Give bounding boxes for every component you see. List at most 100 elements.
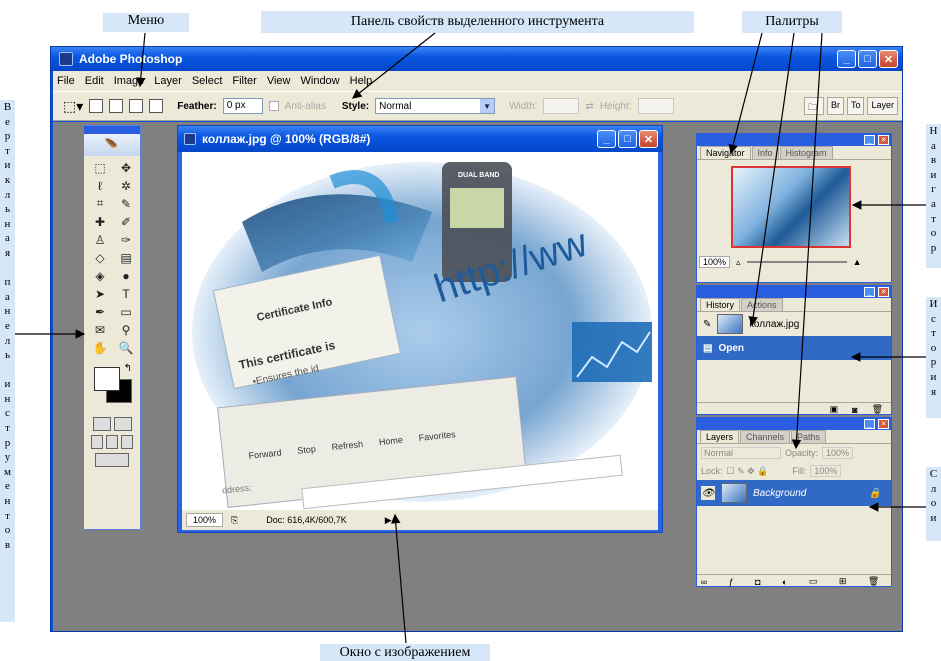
intersect-selection-icon[interactable] [149, 99, 164, 113]
marquee-preset-icon[interactable]: ⬚▾ [63, 98, 83, 115]
layer-style-icon[interactable]: ƒ [729, 577, 734, 587]
gradient-tool-icon[interactable]: ▤ [114, 249, 138, 266]
feather-input[interactable]: 0 px [222, 98, 263, 114]
link-layers-icon[interactable]: ∞ [701, 577, 707, 587]
tab-histogram[interactable]: Histogram [779, 146, 833, 159]
tab-history[interactable]: History [700, 298, 741, 311]
new-group-icon[interactable]: ▭ [809, 576, 818, 587]
eye-icon[interactable]: 👁 [701, 486, 715, 500]
layers-close-button[interactable]: ✕ [878, 419, 889, 429]
tab-channels[interactable]: Channels [740, 430, 791, 443]
blend-mode-select[interactable]: Normal [701, 447, 781, 459]
new-document-from-state-icon[interactable]: ▣ [830, 404, 839, 415]
menu-filter[interactable]: Filter [232, 75, 256, 87]
layer-row-background[interactable]: 👁 Background 🔒 [697, 480, 891, 506]
history-brush-tool-icon[interactable]: ✑ [114, 231, 138, 248]
zoom-in-icon[interactable]: ▲ [853, 257, 862, 267]
navigator-zoom-value[interactable]: 100% [699, 256, 731, 268]
minimize-button[interactable]: _ [837, 50, 856, 68]
palette-well-tab-layer-comps[interactable]: Layer [867, 97, 898, 115]
close-button[interactable]: ✕ [879, 50, 898, 68]
menu-select[interactable]: Select [192, 75, 223, 87]
style-select[interactable]: Normal ▼ [375, 98, 496, 114]
new-layer-icon[interactable]: ⊞ [839, 576, 847, 587]
new-selection-icon[interactable] [89, 99, 104, 113]
navigator-close-button[interactable]: ✕ [878, 135, 889, 145]
delete-layer-icon[interactable]: 🗑 [868, 576, 879, 587]
screen-mode-full-menu-button[interactable] [106, 435, 118, 449]
adjustment-layer-icon[interactable]: ◐ [782, 577, 787, 587]
lock-icons[interactable]: ☐ ✎ ✥ 🔒 [727, 466, 769, 477]
hand-tool-icon[interactable]: ✋ [88, 339, 112, 356]
clone-stamp-tool-icon[interactable]: ♙ [88, 231, 112, 248]
tab-info[interactable]: Info [751, 146, 779, 159]
notes-tool-icon[interactable]: ✉ [88, 321, 112, 338]
blur-tool-icon[interactable]: ◈ [88, 267, 112, 284]
navigator-minimize-button[interactable]: _ [864, 135, 875, 145]
doc-maximize-button[interactable]: □ [618, 130, 637, 148]
foreground-color-swatch[interactable] [94, 367, 120, 391]
opacity-value[interactable]: 100% [822, 447, 854, 459]
type-tool-icon[interactable]: T [114, 285, 138, 302]
status-menu-arrow-icon[interactable]: ▶ [385, 515, 392, 526]
navigator-palette-header[interactable]: _ ✕ [697, 134, 891, 146]
history-palette-header[interactable]: _ ✕ [697, 286, 891, 298]
menu-image[interactable]: Image [114, 75, 145, 87]
marquee-tool-icon[interactable]: ⬚ [88, 159, 112, 176]
layer-mask-icon[interactable]: ◘ [755, 577, 760, 587]
zoom-field[interactable]: 100% [186, 513, 224, 527]
delete-state-icon[interactable]: 🗑 [872, 404, 883, 415]
layers-minimize-button[interactable]: _ [864, 419, 875, 429]
history-state-row[interactable]: ▤ Open [697, 336, 891, 360]
toolbox-header[interactable] [84, 126, 140, 134]
antialias-checkbox[interactable] [268, 101, 279, 111]
doc-close-button[interactable]: ✕ [639, 130, 658, 148]
subtract-selection-icon[interactable] [129, 99, 144, 113]
doc-minimize-button[interactable]: _ [597, 130, 616, 148]
layers-palette-header[interactable]: _ ✕ [697, 418, 891, 430]
palette-well-tab-tool-presets[interactable]: To [846, 97, 865, 115]
magic-wand-tool-icon[interactable]: ✲ [114, 177, 138, 194]
slice-tool-icon[interactable]: ✎ [114, 195, 138, 212]
eraser-tool-icon[interactable]: ◇ [88, 249, 112, 266]
tab-navigator[interactable]: Navigator [700, 146, 751, 159]
tab-paths[interactable]: Paths [791, 430, 827, 443]
history-minimize-button[interactable]: _ [864, 287, 875, 297]
image-canvas[interactable]: http://ww DUAL BAND Certificate Info Thi… [182, 152, 658, 510]
maximize-button[interactable]: □ [858, 50, 877, 68]
menu-file[interactable]: File [57, 75, 75, 87]
quick-mask-button[interactable] [113, 417, 132, 431]
zoom-tool-icon[interactable]: 🔍 [114, 339, 138, 356]
move-tool-icon[interactable]: ✥ [114, 159, 138, 176]
new-snapshot-icon[interactable]: ◙ [852, 405, 857, 415]
lasso-tool-icon[interactable]: ℓ [88, 177, 112, 194]
screen-mode-full-button[interactable] [121, 435, 133, 449]
eyedropper-tool-icon[interactable]: ⚲ [114, 321, 138, 338]
palette-well-tab-brushes[interactable]: Br [826, 97, 844, 115]
zoom-out-icon[interactable]: ▵ [736, 257, 741, 268]
add-selection-icon[interactable] [109, 99, 124, 113]
history-snapshot-row[interactable]: ✎ коллаж.jpg [697, 312, 891, 336]
fill-value[interactable]: 100% [810, 465, 842, 477]
file-browser-icon[interactable]: 🗀 [803, 97, 824, 115]
screen-mode-standard-button[interactable] [91, 435, 103, 449]
zoom-slider[interactable] [746, 261, 847, 263]
healing-brush-tool-icon[interactable]: ✚ [88, 213, 112, 230]
menu-view[interactable]: View [267, 75, 291, 87]
standard-mode-button[interactable] [92, 417, 111, 431]
menu-window[interactable]: Window [301, 75, 340, 87]
menu-help[interactable]: Help [350, 75, 373, 87]
shape-tool-icon[interactable]: ▭ [114, 303, 138, 320]
crop-tool-icon[interactable]: ⌗ [88, 195, 112, 212]
pen-tool-icon[interactable]: ✒ [88, 303, 112, 320]
tab-actions[interactable]: Actions [741, 298, 783, 311]
tab-layers[interactable]: Layers [700, 430, 740, 443]
status-icon[interactable]: ⎘ [231, 515, 238, 526]
dodge-tool-icon[interactable]: ● [114, 267, 138, 284]
brush-tool-icon[interactable]: ✐ [114, 213, 138, 230]
swap-colors-icon[interactable]: ↰ [124, 363, 132, 374]
navigator-thumbnail[interactable] [731, 166, 851, 248]
adobe-feather-icon[interactable]: 🪶 [84, 134, 140, 156]
menu-edit[interactable]: Edit [85, 75, 104, 87]
jump-to-imageready-button[interactable] [95, 453, 129, 467]
